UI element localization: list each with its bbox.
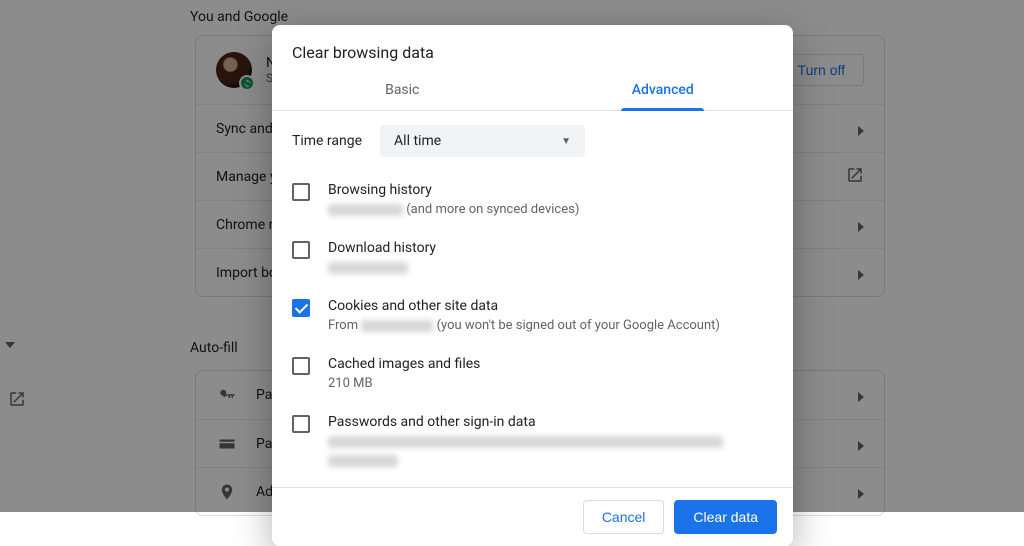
item-title: Download history (328, 240, 436, 256)
item-subtitle: From (you won't be signed out of your Go… (328, 318, 720, 333)
redacted-text (328, 262, 408, 274)
tab-basic[interactable]: Basic (272, 72, 533, 110)
dialog-footer: Cancel Clear data (272, 487, 793, 546)
item-title: Cached images and files (328, 356, 480, 372)
chevron-down-icon: ▼ (561, 136, 571, 147)
redacted-text (328, 436, 723, 448)
checkbox-passwords[interactable] (292, 415, 310, 433)
clear-browsing-data-dialog: Clear browsing data Basic Advanced Time … (272, 25, 793, 546)
redacted-text (328, 455, 398, 467)
dialog-tabs: Basic Advanced (272, 72, 793, 111)
time-range-select[interactable]: All time ▼ (380, 125, 585, 157)
item-cookies: Cookies and other site data From (you won… (292, 287, 773, 345)
subtitle-tail: (and more on synced devices) (403, 202, 579, 217)
item-title: Passwords and other sign-in data (328, 414, 773, 430)
subtitle-prefix: From (328, 318, 361, 333)
checkbox-cookies[interactable] (292, 299, 310, 317)
item-cached: Cached images and files 210 MB (292, 345, 773, 403)
checkbox-cached[interactable] (292, 357, 310, 375)
item-passwords: Passwords and other sign-in data (292, 403, 773, 479)
item-text: Browsing history (and more on synced dev… (328, 182, 579, 217)
time-range-label: Time range (292, 133, 362, 149)
item-subtitle (328, 434, 773, 467)
item-text: Cached images and files 210 MB (328, 356, 480, 391)
item-text: Download history (328, 240, 436, 275)
item-text: Passwords and other sign-in data (328, 414, 773, 467)
checkbox-download-history[interactable] (292, 241, 310, 259)
time-range-row: Time range All time ▼ (272, 111, 793, 171)
item-subtitle: 210 MB (328, 376, 480, 391)
redacted-text (328, 204, 403, 216)
data-type-list: Browsing history (and more on synced dev… (272, 171, 793, 487)
time-range-value: All time (394, 133, 441, 149)
item-download-history: Download history (292, 229, 773, 287)
item-browsing-history: Browsing history (and more on synced dev… (292, 171, 773, 229)
subtitle-tail: (you won't be signed out of your Google … (433, 318, 720, 333)
item-subtitle: (and more on synced devices) (328, 202, 579, 217)
item-text: Cookies and other site data From (you won… (328, 298, 720, 333)
redacted-text (361, 320, 433, 332)
item-title: Browsing history (328, 182, 579, 198)
cancel-button[interactable]: Cancel (583, 500, 665, 534)
clear-data-button[interactable]: Clear data (674, 500, 777, 534)
checkbox-browsing-history[interactable] (292, 183, 310, 201)
item-subtitle (328, 260, 436, 275)
tab-advanced[interactable]: Advanced (533, 72, 794, 110)
dialog-title: Clear browsing data (272, 25, 793, 72)
item-title: Cookies and other site data (328, 298, 720, 314)
